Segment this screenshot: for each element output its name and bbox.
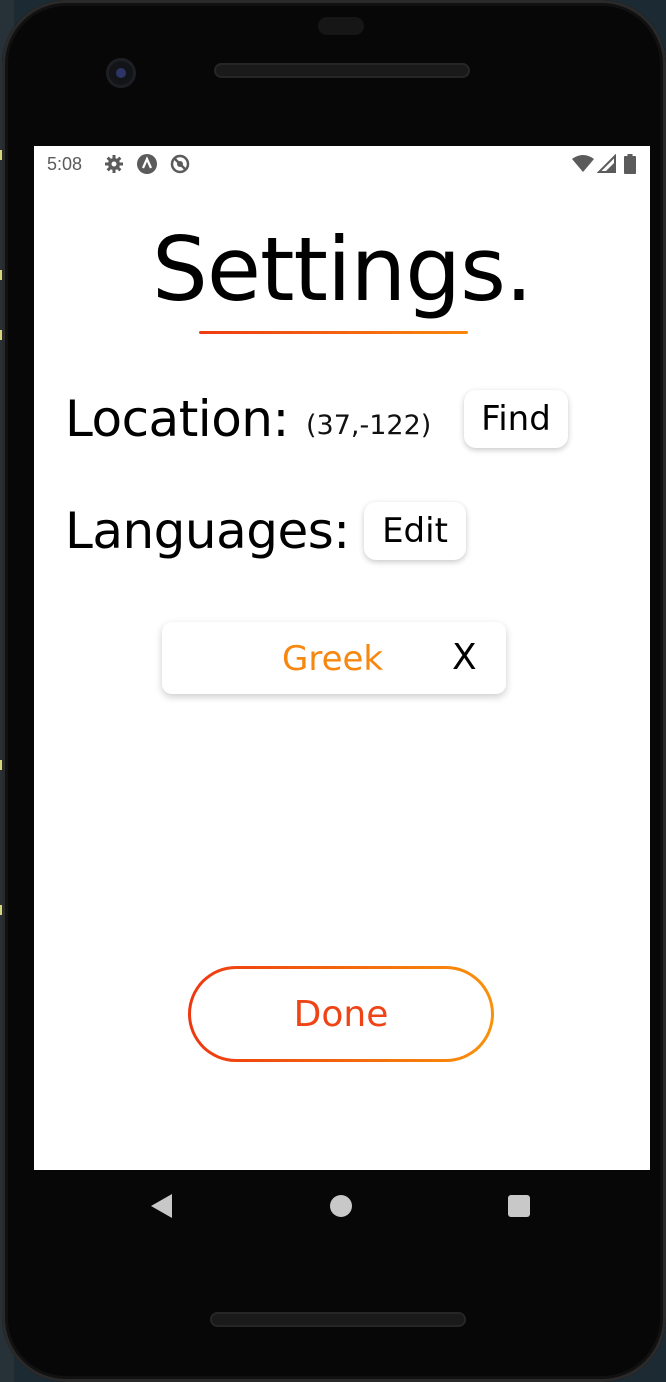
page-title: Settings. (152, 218, 533, 321)
status-bar: 5:08 (34, 146, 650, 182)
edit-languages-button[interactable]: Edit (364, 502, 466, 560)
title-underline (199, 331, 468, 334)
language-item: Greek X (162, 622, 506, 694)
earpiece-speaker (214, 63, 470, 78)
android-studio-icon (137, 154, 157, 174)
bottom-speaker (210, 1312, 466, 1327)
app-screen: 5:08 Settings. Location: (37,-122) Find … (34, 146, 650, 1170)
location-label: Location: (65, 390, 289, 448)
battery-icon (624, 154, 636, 174)
wifi-icon (572, 154, 594, 174)
recent-apps-icon[interactable] (508, 1195, 530, 1217)
phone-notch (318, 17, 364, 35)
location-coordinates: (37,-122) (306, 410, 432, 441)
done-button-label: Done (293, 993, 389, 1035)
home-icon[interactable] (330, 1195, 352, 1217)
front-camera-icon (106, 58, 136, 88)
find-location-button[interactable]: Find (464, 390, 568, 448)
settings-gear-icon (104, 154, 124, 174)
sync-icon (170, 154, 190, 174)
language-name: Greek (282, 639, 384, 679)
languages-label: Languages: (65, 502, 350, 560)
status-time: 5:08 (47, 154, 83, 174)
done-button[interactable]: Done (188, 966, 494, 1062)
remove-language-button[interactable]: X (452, 637, 477, 678)
signal-icon (596, 153, 617, 174)
done-button-inner[interactable]: Done (191, 969, 491, 1059)
back-icon[interactable] (151, 1194, 172, 1218)
phone-frame: 5:08 Settings. Location: (37,-122) Find … (2, 0, 666, 1382)
